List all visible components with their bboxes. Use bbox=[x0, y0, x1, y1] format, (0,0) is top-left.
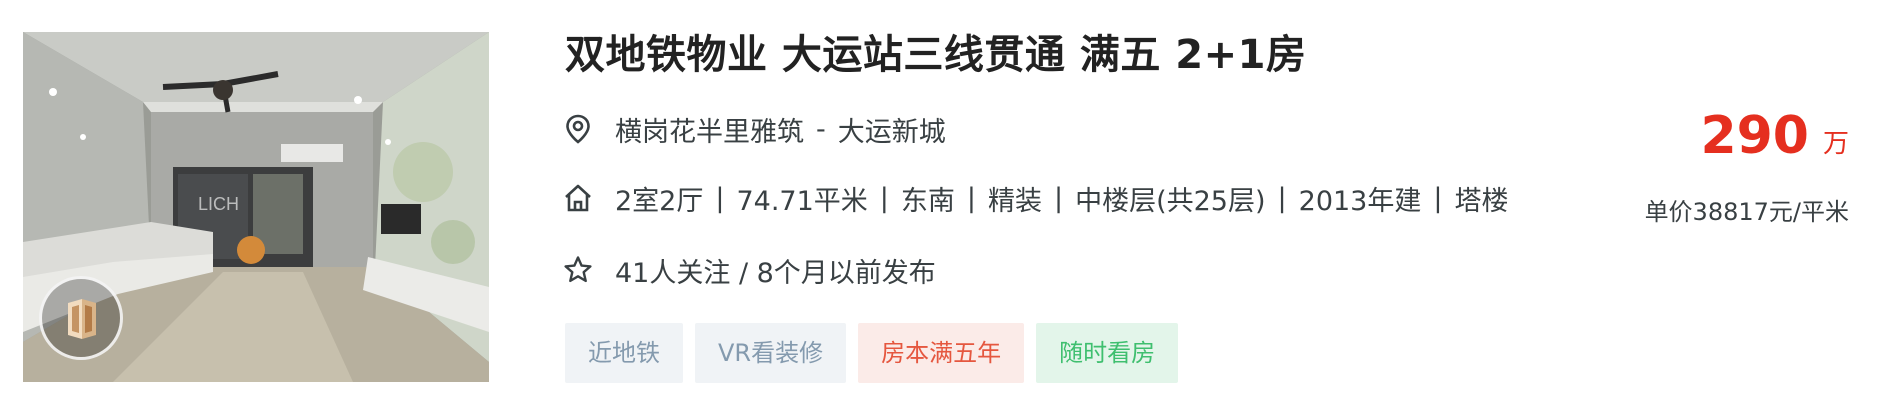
listing-card[interactable]: LICH 双地铁物业 大运站三线贯通 满五 2+1房 横岗花半里雅筑 - 大运新… bbox=[0, 0, 1884, 406]
separator: | bbox=[879, 182, 889, 214]
house-layout: 2室2厅 bbox=[615, 185, 704, 217]
listing-photo[interactable]: LICH bbox=[23, 32, 489, 382]
listing-title[interactable]: 双地铁物业 大运站三线贯通 满五 2+1房 bbox=[565, 22, 1306, 80]
tag-vr: VR看装修 bbox=[695, 323, 847, 383]
total-price-unit: 万 bbox=[1822, 129, 1849, 159]
house-floor: 中楼层(共25层) bbox=[1075, 185, 1266, 217]
position-info: 横岗花半里雅筑 - 大运新城 bbox=[563, 109, 946, 149]
separator: | bbox=[1277, 182, 1287, 214]
house-icon bbox=[563, 183, 593, 213]
location-pin-icon bbox=[563, 114, 593, 144]
house-area: 74.71平米 bbox=[736, 185, 868, 217]
tag-anytime-viewing: 随时看房 bbox=[1036, 323, 1179, 383]
vr-badge-icon[interactable] bbox=[39, 276, 123, 360]
star-icon bbox=[563, 255, 593, 285]
follow-info: 41人关注 / 8个月以前发布 bbox=[563, 250, 936, 290]
separator: | bbox=[1053, 182, 1064, 214]
separator: | bbox=[1433, 182, 1443, 214]
photo-watermark: LICH bbox=[198, 194, 239, 214]
follow-text: 41人关注 / 8个月以前发布 bbox=[615, 257, 936, 289]
house-orientation: 东南 bbox=[900, 185, 955, 217]
house-built-year: 2013年建 bbox=[1298, 185, 1422, 217]
house-decoration: 精装 bbox=[987, 185, 1042, 217]
district-link[interactable]: 大运新城 bbox=[838, 110, 946, 149]
tag-five-years: 房本满五年 bbox=[858, 323, 1025, 383]
community-link[interactable]: 横岗花半里雅筑 bbox=[615, 110, 804, 149]
separator: | bbox=[715, 182, 725, 214]
tag-subway: 近地铁 bbox=[565, 323, 683, 383]
separator: | bbox=[966, 182, 976, 214]
house-info: 2室2厅 | 74.71平米 | 东南 | 精装 | 中楼层(共25层) | 2… bbox=[563, 178, 1508, 218]
house-building-type: 塔楼 bbox=[1454, 185, 1509, 217]
total-price: 290 万 bbox=[1700, 108, 1849, 164]
tag-list: 近地铁 VR看装修 房本满五年 随时看房 bbox=[565, 323, 1179, 383]
total-price-value: 290 bbox=[1700, 106, 1809, 166]
position-dash: - bbox=[816, 113, 826, 145]
unit-price: 单价38817元/平米 bbox=[1644, 198, 1849, 226]
